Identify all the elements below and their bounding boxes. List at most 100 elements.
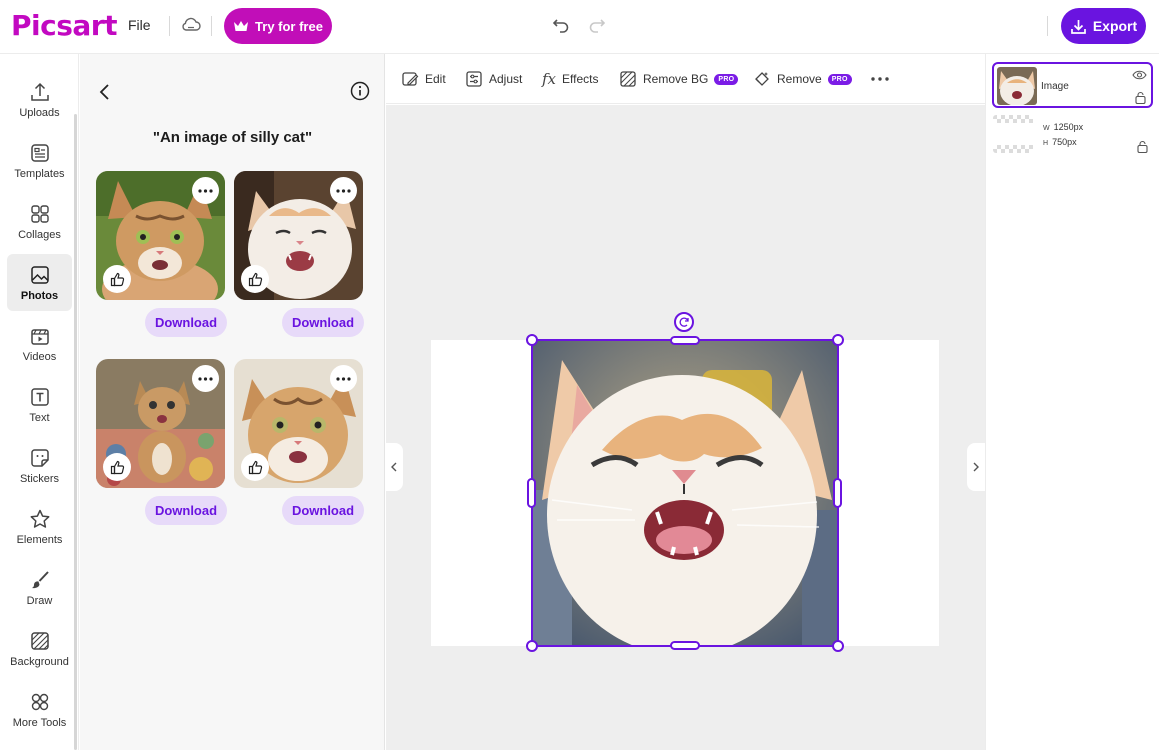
remove-bg-label: Remove BG <box>643 72 709 86</box>
pro-badge: PRO <box>827 73 852 85</box>
thumbs-up-icon[interactable] <box>103 265 131 293</box>
download-button[interactable]: Download <box>145 308 227 337</box>
collapse-panel-chevron-left-icon[interactable] <box>385 443 403 491</box>
rail-item-uploads[interactable]: Uploads <box>7 71 72 128</box>
more-options-icon[interactable] <box>330 365 357 392</box>
cat-photo-laughing <box>532 340 838 646</box>
resize-handle-top[interactable] <box>670 336 700 345</box>
remove-bg-tool[interactable]: Remove BG PRO <box>619 70 739 88</box>
resize-handle-bottom[interactable] <box>670 641 700 650</box>
layer-height: H 750px <box>1043 137 1077 147</box>
rail-scrollbar[interactable] <box>74 114 77 750</box>
download-icon <box>1070 18 1087 35</box>
edit-tool[interactable]: Edit <box>401 70 446 88</box>
lock-icon[interactable] <box>1137 140 1148 153</box>
rail-item-background[interactable]: Background <box>7 620 72 677</box>
videos-icon <box>29 325 51 347</box>
eye-icon[interactable] <box>1132 70 1147 80</box>
cat-result-4[interactable] <box>234 359 363 488</box>
divider <box>211 16 212 36</box>
layer-image[interactable]: Image <box>992 62 1153 108</box>
star-icon <box>29 508 51 530</box>
rail-item-stickers[interactable]: Stickers <box>7 437 72 494</box>
more-options-icon[interactable] <box>192 365 219 392</box>
rail-item-draw[interactable]: Draw <box>7 559 72 616</box>
try-for-free-button[interactable]: Try for free <box>224 8 332 44</box>
info-icon[interactable] <box>350 81 370 101</box>
resize-handle-left[interactable] <box>527 478 536 508</box>
rail-label: Stickers <box>19 472 60 485</box>
upload-icon <box>29 81 51 103</box>
resize-handle-top-right[interactable] <box>832 334 844 346</box>
templates-icon <box>29 142 51 164</box>
layer-thumbnail-transparent <box>993 115 1033 153</box>
cat-result-2[interactable] <box>234 171 363 300</box>
selected-cat-image[interactable] <box>532 340 838 646</box>
rail-item-more-tools[interactable]: More Tools <box>7 681 72 738</box>
thumbs-up-icon[interactable] <box>103 453 131 481</box>
width-value: 1250px <box>1053 122 1084 132</box>
rail-label: Videos <box>22 350 57 363</box>
rail-item-elements[interactable]: Elements <box>7 498 72 555</box>
edit-label: Edit <box>425 72 446 86</box>
rail-label: Elements <box>16 533 63 546</box>
rail-item-text[interactable]: Text <box>7 376 72 433</box>
width-label: W <box>1043 125 1050 132</box>
rail-item-templates[interactable]: Templates <box>7 132 72 189</box>
rail-label: Text <box>29 411 50 424</box>
more-options-icon[interactable] <box>330 177 357 204</box>
download-button[interactable]: Download <box>282 308 364 337</box>
rail-item-collages[interactable]: Collages <box>7 193 72 250</box>
text-icon <box>29 386 51 408</box>
rail-label: Background <box>10 655 69 668</box>
thumbs-up-icon[interactable] <box>241 265 269 293</box>
height-value: 750px <box>1052 137 1077 147</box>
effects-tool[interactable]: fx Effects <box>542 70 598 88</box>
rail-label: Photos <box>20 289 59 302</box>
resize-handle-top-left[interactable] <box>526 334 538 346</box>
back-arrow-icon[interactable] <box>96 82 114 102</box>
stickers-icon <box>29 447 51 469</box>
more-options-icon[interactable] <box>192 177 219 204</box>
rail-label: More Tools <box>12 716 67 729</box>
remove-label: Remove <box>777 72 822 86</box>
export-button[interactable]: Export <box>1061 8 1146 44</box>
cat-result-3[interactable] <box>96 359 225 488</box>
rail-item-photos[interactable]: Photos <box>7 254 72 311</box>
pro-badge: PRO <box>714 73 739 85</box>
rail-label: Draw <box>26 594 53 607</box>
eraser-icon <box>753 70 771 88</box>
thumbs-up-icon[interactable] <box>241 453 269 481</box>
expand-panel-chevron-right-icon[interactable] <box>967 443 985 491</box>
remove-tool[interactable]: Remove PRO <box>753 70 852 88</box>
layer-thumbnail <box>997 67 1037 105</box>
resize-handle-bottom-right[interactable] <box>832 640 844 652</box>
lock-icon[interactable] <box>1135 91 1146 104</box>
top-bar: Picsart File Try for free Export <box>0 0 1159 54</box>
adjust-tool[interactable]: Adjust <box>465 70 522 88</box>
remove-bg-icon <box>619 70 637 88</box>
resize-handle-bottom-left[interactable] <box>526 640 538 652</box>
adjust-icon <box>465 70 483 88</box>
picsart-logo[interactable]: Picsart <box>11 9 117 42</box>
download-button[interactable]: Download <box>145 496 227 525</box>
crown-icon <box>233 20 249 32</box>
rotate-handle-icon[interactable] <box>674 312 694 332</box>
file-menu[interactable]: File <box>128 17 151 33</box>
download-button[interactable]: Download <box>282 496 364 525</box>
adjust-label: Adjust <box>489 72 523 86</box>
layer-background[interactable]: W 1250px H 750px <box>992 112 1153 158</box>
cloud-save-icon[interactable] <box>180 15 202 35</box>
rail-label: Templates <box>14 167 65 180</box>
try-for-free-label: Try for free <box>255 18 323 34</box>
more-tools-menu-icon[interactable] <box>871 77 889 81</box>
rail-item-videos[interactable]: Videos <box>7 315 72 372</box>
brush-icon <box>29 569 51 591</box>
resize-handle-right[interactable] <box>833 478 842 508</box>
layer-name: Image <box>1041 81 1069 92</box>
undo-icon[interactable] <box>551 15 571 35</box>
edit-icon <box>401 70 419 88</box>
redo-icon[interactable] <box>587 15 607 35</box>
cat-result-1[interactable] <box>96 171 225 300</box>
divider <box>1047 16 1048 36</box>
